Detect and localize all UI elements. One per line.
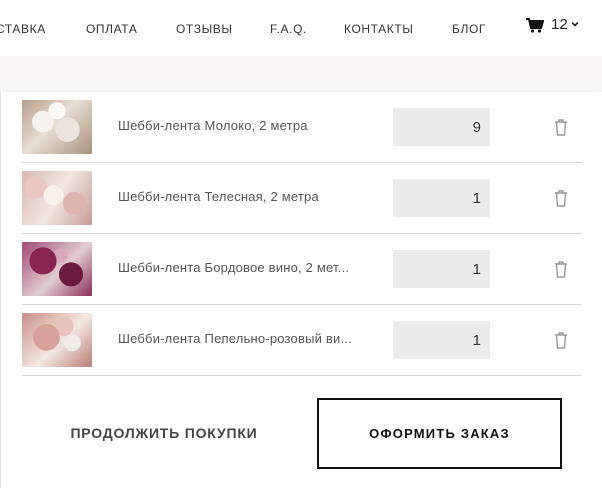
product-thumbnail[interactable] (22, 313, 92, 367)
cart-item: Шебби-лента Телесная, 2 метра (22, 163, 582, 234)
product-name[interactable]: Шебби-лента Пепельно-розовый ви... (118, 331, 384, 346)
nav-item-faq[interactable]: F.A.Q. (270, 22, 307, 36)
trash-icon[interactable] (550, 258, 572, 280)
trash-icon[interactable] (550, 329, 572, 351)
product-name[interactable]: Шебби-лента Телесная, 2 метра (118, 189, 384, 204)
trash-icon[interactable] (550, 187, 572, 209)
product-name[interactable]: Шебби-лента Бордовое вино, 2 мет... (118, 260, 384, 275)
chevron-down-icon (571, 21, 579, 27)
nav-item-reviews[interactable]: ОТЗЫВЫ (176, 22, 233, 36)
product-thumbnail[interactable] (22, 242, 92, 296)
nav-item-payment[interactable]: ОПЛАТА (86, 22, 137, 36)
cart-item: Шебби-лента Пепельно-розовый ви... (22, 305, 582, 376)
cart-dropdown: Шебби-лента Молоко, 2 метра Шебби-лента … (0, 92, 602, 488)
cart-count: 12 (551, 16, 568, 33)
checkout-button[interactable]: ОФОРМИТЬ ЗАКАЗ (317, 398, 562, 469)
product-name[interactable]: Шебби-лента Молоко, 2 метра (118, 118, 384, 133)
product-thumbnail[interactable] (22, 100, 92, 154)
quantity-input[interactable] (393, 250, 490, 288)
nav-item-contacts[interactable]: КОНТАКТЫ (344, 22, 414, 36)
quantity-input[interactable] (393, 108, 490, 146)
trash-icon[interactable] (550, 116, 572, 138)
nav-item-delivery[interactable]: СТАВКА (0, 22, 46, 36)
product-thumbnail[interactable] (22, 171, 92, 225)
cart-item: Шебби-лента Молоко, 2 метра (22, 92, 582, 163)
cart-icon (526, 18, 544, 33)
top-navigation: СТАВКА ОПЛАТА ОТЗЫВЫ F.A.Q. КОНТАКТЫ БЛО… (0, 0, 602, 56)
nav-item-blog[interactable]: БЛОГ (452, 22, 486, 36)
continue-shopping-button[interactable]: ПРОДОЛЖИТЬ ПОКУПКИ (41, 398, 287, 468)
quantity-input[interactable] (393, 179, 490, 217)
cart-item: Шебби-лента Бордовое вино, 2 мет... (22, 234, 582, 305)
quantity-input[interactable] (393, 321, 490, 359)
